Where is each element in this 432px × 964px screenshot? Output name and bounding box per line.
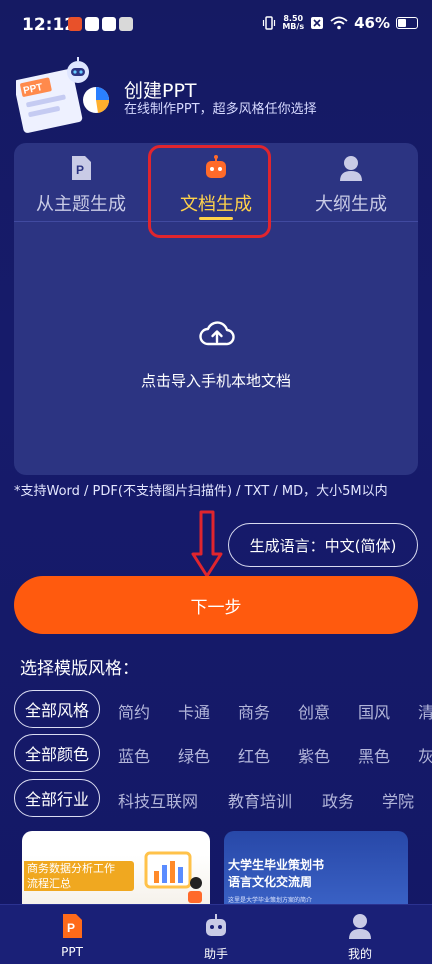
filter-option[interactable]: 黑色 — [358, 743, 390, 767]
sim-icon — [311, 17, 324, 29]
template-title: 商务数据分析工作 流程汇总 — [24, 861, 134, 891]
page-header: PPT 创建PPT 在线制作PPT，超多风格任你选择 — [0, 56, 432, 136]
filter-option[interactable]: 商务 — [238, 699, 270, 723]
filter-option[interactable]: 简约 — [118, 699, 150, 723]
nav-label: 我的 — [347, 947, 372, 961]
language-select-button[interactable]: 生成语言：中文(简体) — [228, 523, 418, 567]
filter-option[interactable]: 教育培训 — [228, 788, 292, 812]
app-notification-icon — [119, 17, 133, 31]
battery-percent: 46% — [354, 14, 390, 32]
file-support-note: *支持Word / PDF(不支持图片扫描件) / TXT / MD，大小5M以… — [14, 484, 388, 499]
ppt-robot-illustration-icon: PPT — [16, 57, 110, 133]
filter-option[interactable]: 红色 — [238, 743, 270, 767]
template-title-line: 流程汇总 — [27, 877, 71, 890]
template-subtitle: 这里是大学毕业策划方案的简介 — [228, 897, 313, 904]
tab-label: 大纲生成 — [315, 194, 387, 215]
bottom-nav: P PPT 助手 我的 — [0, 904, 432, 964]
filter-chip-all-styles[interactable]: 全部风格 — [14, 690, 101, 728]
template-title-line: 商务数据分析工作 — [27, 862, 115, 875]
svg-text:P: P — [76, 163, 84, 177]
ppt-file-icon: P — [63, 914, 82, 938]
filter-option[interactable]: 灰 — [418, 743, 432, 767]
svg-text:P: P — [67, 921, 75, 935]
nav-item-assistant[interactable]: 助手 — [144, 905, 288, 964]
filter-option[interactable]: 紫色 — [298, 743, 330, 767]
notification-icons — [68, 17, 133, 31]
template-title-line: 语言文化交流周 — [228, 875, 313, 889]
filter-option[interactable]: 创意 — [298, 699, 330, 723]
person-icon — [349, 914, 371, 939]
battery-icon — [396, 17, 418, 29]
filter-option[interactable]: 清 — [418, 699, 432, 723]
status-bar: 12:12 8.50 MB/s 46% — [0, 0, 432, 52]
upload-label: 点击导入手机本地文档 — [140, 372, 291, 390]
template-card[interactable]: 大学生毕业策划书 语言文化交流周 这里是大学毕业策划方案的简介 — [224, 831, 408, 911]
person-icon — [340, 156, 362, 181]
color-filter-row: 全部颜色 蓝色 绿色 红色 紫色 黑色 灰 — [14, 734, 432, 772]
nav-label: PPT — [61, 945, 83, 959]
document-p-icon: P — [72, 156, 91, 180]
industry-filter-row: 全部行业 科技互联网 教育培训 政务 学院 — [14, 779, 432, 817]
filter-option[interactable]: 卡通 — [178, 699, 210, 723]
next-step-button[interactable]: 下一步 — [14, 576, 418, 634]
template-title-line: 大学生毕业策划书 — [228, 858, 325, 872]
filter-chip-all-industries[interactable]: 全部行业 — [14, 779, 101, 817]
vibrate-icon — [263, 16, 276, 30]
nav-item-mine[interactable]: 我的 — [288, 905, 432, 964]
network-speed-unit: MB/s — [282, 22, 305, 31]
tab-outline[interactable]: 大纲生成 — [284, 143, 418, 221]
cloud-upload-icon — [199, 321, 235, 346]
template-title: 大学生毕业策划书 语言文化交流周 — [228, 857, 324, 891]
page-subtitle: 在线制作PPT，超多风格任你选择 — [124, 102, 317, 117]
down-arrow-annotation-icon — [191, 510, 223, 578]
robot-icon — [206, 914, 226, 936]
chart-board-illustration-icon — [144, 851, 202, 903]
filter-option[interactable]: 政务 — [322, 788, 354, 812]
tab-highlight-box — [148, 145, 271, 238]
nav-label: 助手 — [203, 947, 228, 961]
style-filter-row: 全部风格 简约 卡通 商务 创意 国风 清 — [14, 690, 432, 728]
app-notification-icon — [85, 17, 99, 31]
filter-option[interactable]: 国风 — [358, 699, 390, 723]
filter-option[interactable]: 绿色 — [178, 743, 210, 767]
tab-from-topic[interactable]: P 从主题生成 — [14, 143, 148, 221]
app-notification-icon — [102, 17, 116, 31]
nav-item-ppt[interactable]: P PPT — [0, 905, 144, 964]
upload-area[interactable]: 点击导入手机本地文档 — [14, 222, 418, 475]
status-right: 8.50 MB/s 46% — [262, 14, 418, 32]
style-section-title: 选择模版风格： — [20, 659, 139, 679]
network-speed: 8.50 MB/s — [282, 15, 304, 31]
filter-option[interactable]: 学院 — [382, 788, 414, 812]
filter-chip-all-colors[interactable]: 全部颜色 — [14, 734, 101, 772]
filter-option[interactable]: 蓝色 — [118, 743, 150, 767]
filter-option[interactable]: 科技互联网 — [118, 788, 198, 812]
tab-label: 从主题生成 — [36, 194, 126, 215]
wifi-icon — [330, 16, 348, 30]
app-notification-icon — [68, 17, 82, 31]
template-card[interactable]: 商务数据分析工作 流程汇总 — [22, 831, 210, 911]
